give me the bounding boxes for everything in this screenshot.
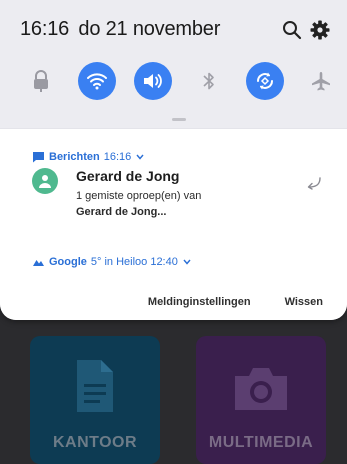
message-line-2: Gerard de Jong...: [76, 206, 167, 218]
clock: 16:16: [20, 18, 70, 40]
app-kantoor-label: KANTOOR: [52, 434, 138, 451]
message-line-1: 1 gemiste oproep(en) van: [76, 190, 202, 202]
avatar: [32, 168, 58, 194]
search-icon[interactable]: [281, 19, 303, 41]
date-time: 16:16 do 21 november: [20, 18, 220, 41]
lock-toggle[interactable]: [22, 62, 60, 100]
autorotate-toggle[interactable]: [246, 62, 284, 100]
quick-settings-row: [22, 62, 330, 100]
sound-icon: [144, 74, 162, 88]
app-kantoor[interactable]: KANTOOR: [30, 336, 160, 464]
clear-button[interactable]: Wissen: [285, 296, 323, 312]
status-row: 16:16 do 21 november: [20, 18, 331, 42]
bluetooth-icon: [203, 72, 214, 90]
notification-actions: Meldinginstellingen Wissen: [148, 296, 323, 312]
weather-meta: 5° in Heiloo 12:40: [90, 256, 178, 268]
wifi-icon: [87, 73, 107, 90]
message-icon: [33, 152, 44, 163]
autorotate-icon: [257, 72, 273, 90]
camera-icon: [235, 368, 287, 410]
missed-call-icon[interactable]: [305, 176, 323, 190]
airplane-icon: [312, 72, 330, 91]
notification-settings-button[interactable]: Meldinginstellingen: [148, 296, 251, 312]
notification-panel: Berichten 16:16 Gerard de Jong 1 gemiste…: [0, 128, 347, 320]
notification-shade: 16:16 do 21 november Berichten 16:16 Ger…: [0, 0, 347, 320]
app-name-berichten: Berichten: [49, 151, 100, 163]
weather-icon: [33, 260, 44, 266]
airplane-toggle[interactable]: [302, 62, 340, 100]
app-multimedia-label: MULTIMEDIA: [208, 434, 314, 451]
notification-time: 16:16: [103, 151, 132, 163]
lock-icon: [34, 70, 48, 92]
gear-icon[interactable]: [309, 19, 331, 41]
person-icon: [39, 175, 51, 188]
date: do 21 november: [78, 18, 221, 40]
chevron-down-icon[interactable]: [136, 154, 144, 160]
notification-header-google[interactable]: Google 5° in Heiloo 12:40: [32, 254, 191, 270]
chevron-down-icon[interactable]: [183, 259, 191, 265]
drag-handle[interactable]: [172, 118, 186, 121]
wifi-toggle[interactable]: [78, 62, 116, 100]
app-multimedia[interactable]: MULTIMEDIA: [196, 336, 326, 464]
document-icon: [77, 360, 113, 412]
notification-header-berichten[interactable]: Berichten 16:16: [32, 149, 144, 165]
sound-toggle[interactable]: [134, 62, 172, 100]
app-name-google: Google: [49, 256, 87, 268]
bluetooth-toggle[interactable]: [190, 62, 228, 100]
sender-name: Gerard de Jong: [76, 168, 180, 184]
